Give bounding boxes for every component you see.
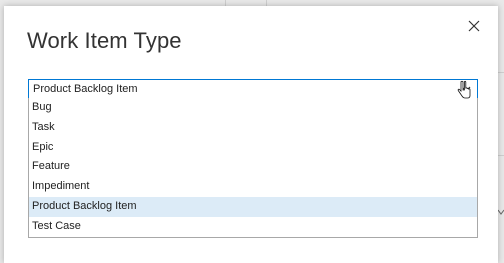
chevron-down-icon	[498, 209, 504, 215]
option-task[interactable]: Task	[29, 118, 477, 138]
hand-cursor-icon	[457, 80, 471, 99]
background-divider	[498, 155, 504, 156]
option-bug[interactable]: Bug	[29, 98, 477, 118]
dialog-title: Work Item Type	[27, 28, 182, 53]
background-divider	[498, 72, 504, 73]
option-product-backlog-item[interactable]: Product Backlog Item	[29, 196, 477, 217]
options-list: Bug Task Epic Feature Impediment Product…	[28, 98, 478, 238]
option-feature[interactable]: Feature	[29, 157, 477, 177]
option-test-case[interactable]: Test Case	[29, 217, 477, 237]
option-impediment[interactable]: Impediment	[29, 177, 477, 197]
work-item-type-dialog: Work Item Type Product Backlog Item Bug …	[4, 6, 498, 263]
work-item-type-select[interactable]: Product Backlog Item	[28, 79, 478, 99]
option-epic[interactable]: Epic	[29, 138, 477, 158]
select-value: Product Backlog Item	[33, 83, 138, 95]
close-icon[interactable]	[466, 18, 482, 34]
